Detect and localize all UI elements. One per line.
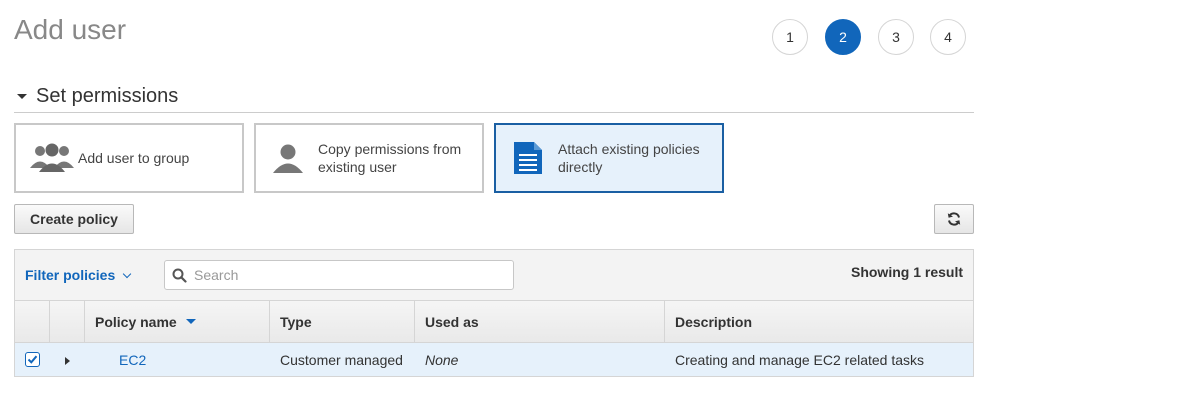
- section-title: Set permissions: [36, 85, 179, 107]
- search-icon: [172, 268, 187, 283]
- cell-policy-name: EC2: [85, 343, 270, 376]
- search-box[interactable]: [164, 260, 514, 290]
- table-header: Policy name Type Used as Description: [15, 301, 973, 343]
- search-input[interactable]: [192, 266, 492, 284]
- filter-policies-dropdown[interactable]: Filter policies: [25, 267, 132, 283]
- refresh-icon: [946, 211, 962, 227]
- cell-type: Customer managed: [280, 351, 403, 368]
- step-3[interactable]: 3: [878, 19, 914, 55]
- row-checkbox[interactable]: [25, 352, 40, 367]
- step-2[interactable]: 2: [825, 19, 861, 55]
- copy-permissions-option[interactable]: Copy permissions from existing user: [254, 123, 484, 193]
- column-header-policy-name[interactable]: Policy name: [85, 301, 270, 342]
- option-label-line2: directly: [558, 159, 603, 175]
- refresh-button[interactable]: [934, 204, 974, 234]
- row-select-cell: [15, 343, 50, 376]
- sort-descending-icon: [185, 319, 196, 324]
- column-label: Policy name: [95, 313, 177, 330]
- page-title: Add user: [14, 14, 127, 45]
- step-4[interactable]: 4: [930, 19, 966, 55]
- chevron-down-icon: [123, 269, 132, 278]
- option-label: Add user to group: [78, 150, 190, 166]
- option-label-line2: existing user: [318, 159, 397, 175]
- user-group-icon: [28, 142, 76, 174]
- step-1[interactable]: 1: [772, 19, 808, 55]
- expand-caret-icon[interactable]: [65, 356, 70, 365]
- option-label: Copy permissions from existing user: [318, 140, 461, 176]
- cell-description: Creating and manage EC2 related tasks: [675, 351, 925, 368]
- option-label-line1: Attach existing policies: [558, 141, 700, 157]
- checkmark-icon: [27, 355, 38, 364]
- set-permissions-header[interactable]: Set permissions: [14, 84, 974, 113]
- table-toolbar: Filter policies Showing 1 result: [15, 250, 973, 301]
- caret-down-icon: [17, 94, 27, 99]
- header-select-column: [15, 301, 50, 342]
- table-row[interactable]: EC2 Customer managed None Creating and m…: [15, 343, 973, 376]
- add-user-to-group-option[interactable]: Add user to group: [14, 123, 244, 193]
- header-expand-column: [50, 301, 85, 342]
- column-header-used-as[interactable]: Used as: [415, 301, 665, 342]
- policies-table: Filter policies Showing 1 result Policy …: [14, 249, 974, 377]
- column-header-type[interactable]: Type: [270, 301, 415, 342]
- create-policy-button[interactable]: Create policy: [14, 204, 134, 234]
- filter-label: Filter policies: [25, 267, 116, 283]
- result-count: Showing 1 result: [850, 264, 963, 280]
- document-icon: [512, 140, 544, 176]
- option-label: Attach existing policies directly: [558, 140, 700, 176]
- user-icon: [272, 143, 304, 173]
- row-expand-cell: [50, 343, 85, 376]
- option-label-line1: Copy permissions from: [318, 141, 462, 157]
- cell-used-as: None: [425, 351, 459, 368]
- attach-existing-policies-option[interactable]: Attach existing policies directly: [494, 123, 724, 193]
- column-header-description[interactable]: Description: [665, 301, 973, 342]
- policy-name-link[interactable]: EC2: [119, 352, 146, 368]
